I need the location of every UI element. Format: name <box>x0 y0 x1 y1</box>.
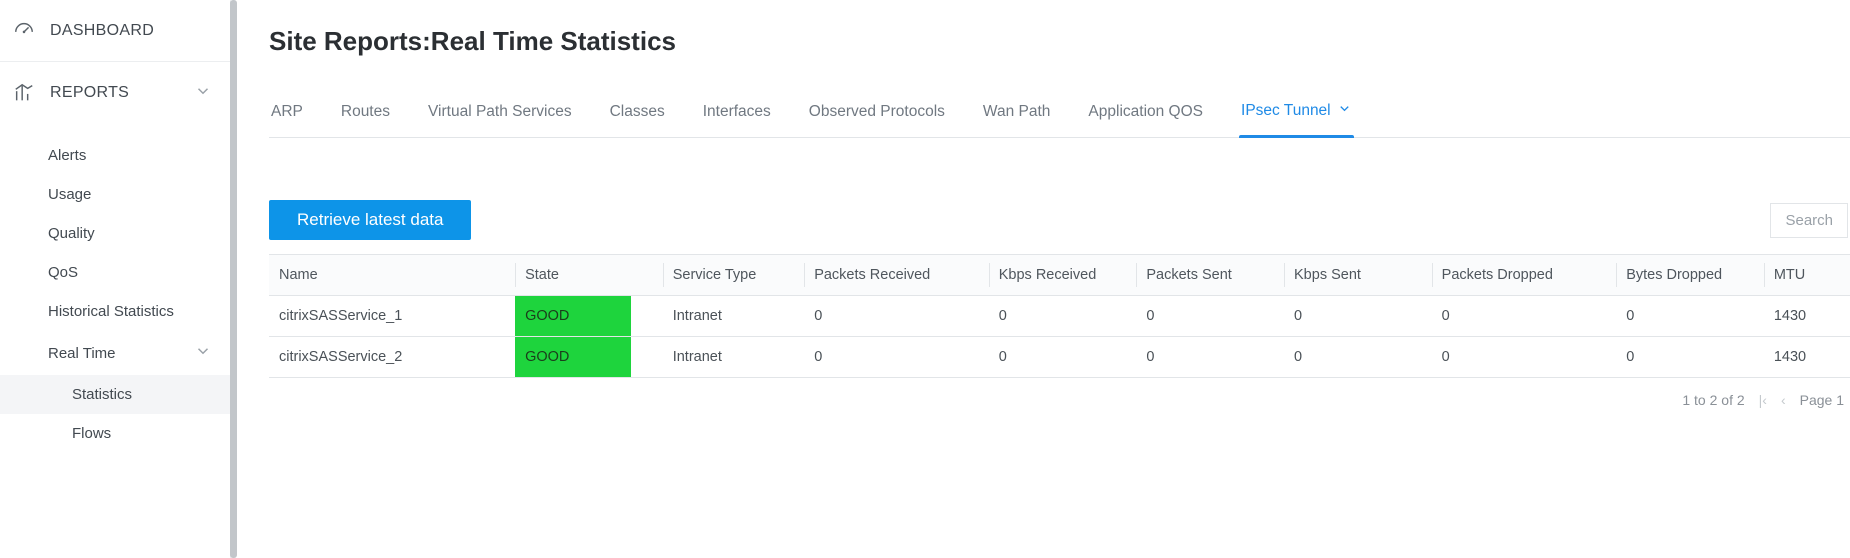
sidebar-item-dashboard[interactable]: DASHBOARD <box>0 0 230 62</box>
table-row: citrixSASService_1 GOOD Intranet 0 0 0 0… <box>269 296 1850 337</box>
sidebar-item-reports[interactable]: REPORTS <box>0 62 230 124</box>
sidebar-item-label: Real Time <box>48 345 116 362</box>
col-kbps-sent[interactable]: Kbps Sent <box>1284 255 1432 296</box>
col-name[interactable]: Name <box>269 255 515 296</box>
cell-mtu: 1430 <box>1764 296 1850 337</box>
retrieve-latest-button[interactable]: Retrieve latest data <box>269 200 471 240</box>
pager-prev-icon[interactable]: ‹ <box>1781 392 1786 408</box>
cell-state: GOOD <box>515 337 663 378</box>
status-badge: GOOD <box>515 296 631 336</box>
cell-packets-received: 0 <box>804 337 989 378</box>
cell-kbps-received: 0 <box>989 296 1137 337</box>
ipsec-tunnel-table: Name State Service Type Packets Received… <box>269 254 1850 378</box>
sidebar-item-alerts[interactable]: Alerts <box>0 136 230 175</box>
tab-label: IPsec Tunnel <box>1241 102 1331 120</box>
col-mtu[interactable]: MTU <box>1764 255 1850 296</box>
cell-packets-received: 0 <box>804 296 989 337</box>
toolbar: Retrieve latest data Search <box>269 200 1850 240</box>
cell-name: citrixSASService_2 <box>269 337 515 378</box>
tab-ipsec-tunnel[interactable]: IPsec Tunnel <box>1239 93 1354 137</box>
pager-first-icon[interactable]: |‹ <box>1759 392 1767 408</box>
chevron-down-icon <box>1337 101 1352 121</box>
page-title: Site Reports:Real Time Statistics <box>269 26 1850 57</box>
tab-routes[interactable]: Routes <box>339 95 392 137</box>
col-packets-received[interactable]: Packets Received <box>804 255 989 296</box>
sidebar-item-quality[interactable]: Quality <box>0 214 230 253</box>
cell-kbps-received: 0 <box>989 337 1137 378</box>
chevron-down-icon <box>194 82 212 104</box>
sidebar-item-label: REPORTS <box>50 84 180 102</box>
pager: 1 to 2 of 2 |‹ ‹ Page 1 <box>269 378 1850 408</box>
sidebar-item-real-time[interactable]: Real Time <box>0 331 230 375</box>
table-header-row: Name State Service Type Packets Received… <box>269 255 1850 296</box>
cell-name: citrixSASService_1 <box>269 296 515 337</box>
sidebar-item-qos[interactable]: QoS <box>0 253 230 292</box>
table-row: citrixSASService_2 GOOD Intranet 0 0 0 0… <box>269 337 1850 378</box>
tab-classes[interactable]: Classes <box>608 95 667 137</box>
sidebar: DASHBOARD REPORTS Alerts Usage Quality Q… <box>0 0 231 558</box>
tab-wan-path[interactable]: Wan Path <box>981 95 1053 137</box>
tab-arp[interactable]: ARP <box>269 95 305 137</box>
scrollbar[interactable] <box>230 0 237 558</box>
cell-packets-dropped: 0 <box>1432 296 1617 337</box>
tab-interfaces[interactable]: Interfaces <box>701 95 773 137</box>
pager-page: Page 1 <box>1800 392 1844 408</box>
main-content: Site Reports:Real Time Statistics ARP Ro… <box>231 0 1850 558</box>
tab-observed-protocols[interactable]: Observed Protocols <box>807 95 947 137</box>
tab-virtual-path-services[interactable]: Virtual Path Services <box>426 95 574 137</box>
cell-bytes-dropped: 0 <box>1616 337 1764 378</box>
chevron-down-icon <box>194 342 212 364</box>
cell-state: GOOD <box>515 296 663 337</box>
cell-service-type: Intranet <box>663 337 804 378</box>
sidebar-item-label: DASHBOARD <box>50 22 212 40</box>
col-packets-sent[interactable]: Packets Sent <box>1136 255 1284 296</box>
cell-service-type: Intranet <box>663 296 804 337</box>
pager-range: 1 to 2 of 2 <box>1682 392 1744 408</box>
cell-kbps-sent: 0 <box>1284 296 1432 337</box>
cell-kbps-sent: 0 <box>1284 337 1432 378</box>
gauge-icon <box>12 19 36 43</box>
col-bytes-dropped[interactable]: Bytes Dropped <box>1616 255 1764 296</box>
sidebar-item-flows[interactable]: Flows <box>0 414 230 453</box>
tab-bar: ARP Routes Virtual Path Services Classes… <box>269 93 1850 138</box>
search-input[interactable]: Search <box>1770 203 1848 238</box>
sidebar-item-statistics[interactable]: Statistics <box>0 375 230 414</box>
cell-mtu: 1430 <box>1764 337 1850 378</box>
col-packets-dropped[interactable]: Packets Dropped <box>1432 255 1617 296</box>
col-kbps-received[interactable]: Kbps Received <box>989 255 1137 296</box>
cell-bytes-dropped: 0 <box>1616 296 1764 337</box>
status-badge: GOOD <box>515 337 631 377</box>
reports-icon <box>12 81 36 105</box>
cell-packets-dropped: 0 <box>1432 337 1617 378</box>
tab-application-qos[interactable]: Application QOS <box>1086 95 1205 137</box>
sidebar-item-historical-statistics[interactable]: Historical Statistics <box>0 292 230 331</box>
reports-submenu: Alerts Usage Quality QoS Historical Stat… <box>0 124 230 461</box>
col-service-type[interactable]: Service Type <box>663 255 804 296</box>
sidebar-item-usage[interactable]: Usage <box>0 175 230 214</box>
cell-packets-sent: 0 <box>1136 337 1284 378</box>
cell-packets-sent: 0 <box>1136 296 1284 337</box>
col-state[interactable]: State <box>515 255 663 296</box>
